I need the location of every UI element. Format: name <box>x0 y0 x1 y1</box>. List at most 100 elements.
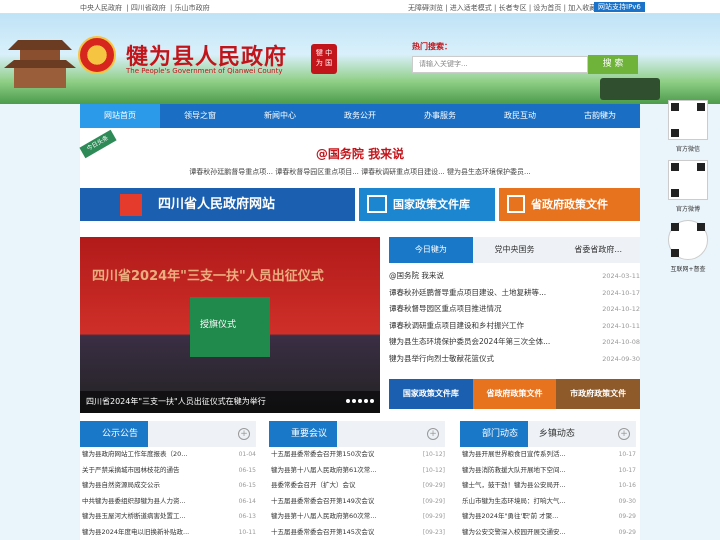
news-date: 2024-10-11 <box>602 321 640 330</box>
list-item[interactable]: 中共犍为县委组织部犍为县人力资... 06-14 <box>80 494 256 510</box>
column-title-2[interactable]: 乡镇动态 <box>531 421 583 447</box>
pagoda-image <box>4 40 76 88</box>
list-item-title: 犍为县开展世界粮食日宣传系列活... <box>462 450 566 458</box>
list-item-title: 犍为公安交警深入校园开展交通安... <box>462 527 566 536</box>
list-item[interactable]: 十五届县委常委会召开第150次会议 [10-12] <box>269 447 445 463</box>
top-bar: 中央人民政府 | 四川省政府 | 乐山市政府 无障碍浏览 | 进入适老模式 | … <box>0 0 720 14</box>
nav-news[interactable]: 新闻中心 <box>240 104 320 128</box>
list-item[interactable]: 犍为县2024年度电以旧换新补贴政... 10-11 <box>80 525 256 540</box>
top-link-central-gov[interactable]: 中央人民政府 <box>80 4 122 12</box>
column-header: 部门动态 乡镇动态 + <box>460 421 636 447</box>
news-title: 谭春秋督导园区重点项目推进情况 <box>389 304 502 313</box>
carousel-caption[interactable]: 四川省2024年"三支一扶"人员出征仪式在犍为举行 <box>80 391 380 413</box>
column-title[interactable]: 重要会议 <box>269 421 338 447</box>
list-item-title: 犍为县2024年度电以旧换新补贴政... <box>82 527 190 536</box>
sichuan-gov-banner[interactable]: 四川省人民政府网站 <box>80 188 355 221</box>
list-item[interactable]: 犍为县自然资源局成交公示 06-15 <box>80 478 256 494</box>
more-icon[interactable]: + <box>238 428 250 440</box>
books-icon <box>367 195 387 213</box>
list-item[interactable]: 犍为县第十八届人民政府第60次常... [09-29] <box>269 509 445 525</box>
news-title: @国务院 我来说 <box>389 271 444 280</box>
nav-leaders[interactable]: 领导之窗 <box>160 104 240 128</box>
headline-subline[interactable]: 谭春秋孙廷鹏督导重点项... 谭春秋督导园区重点项目... 谭春秋调研重点项目建… <box>80 167 640 177</box>
list-item-date: [09-29] <box>422 482 445 489</box>
qr-label: 互联网+督查 <box>670 266 706 273</box>
list-item-date: 06-15 <box>238 466 256 474</box>
list-item-title: 犍为县第十八届人民政府第60次常... <box>271 512 377 520</box>
list-item[interactable]: 十五届县委常委会召开第145次会议 [09-23] <box>269 525 445 540</box>
list-item[interactable]: 犍为公安交警深入校园开展交通安... 09-29 <box>460 525 636 540</box>
top-link-leshan-gov[interactable]: 乐山市政府 <box>175 4 210 12</box>
nav-interaction[interactable]: 政民互动 <box>480 104 560 128</box>
document-icon <box>507 195 525 213</box>
list-item[interactable]: 犍士气，鼓干劲！犍为县公安局开... 10-16 <box>460 478 636 494</box>
list-item[interactable]: 县委常委会召开（扩大）会议 [09-29] <box>269 478 445 494</box>
list-item-date: 09-29 <box>618 528 636 536</box>
list-item-title: 犍为县政府网站工作年度报表（20... <box>82 450 188 458</box>
notice-column: 公示公告 + 犍为县政府网站工作年度报表（20... 01-04 关于严禁采摘城市园… <box>80 421 256 540</box>
search-button[interactable]: 搜 索 <box>588 55 638 74</box>
provincial-policy-banner[interactable]: 省政府政策文件 <box>499 188 640 221</box>
carousel-dots[interactable] <box>344 396 374 405</box>
list-item-title: 关于严禁采摘城市园林枝花的通告 <box>82 465 180 474</box>
nav-culture[interactable]: 古韵犍为 <box>560 104 640 128</box>
list-item-date: 01-04 <box>238 451 256 458</box>
tab-central[interactable]: 党中央国务 <box>473 237 557 263</box>
list-item[interactable]: 犍为县2024年"勇往'职'前 才聚... 09-29 <box>460 509 636 525</box>
national-policy-button[interactable]: 国家政策文件库 <box>389 379 473 409</box>
news-item[interactable]: 谭春秋督导园区重点项目推进情况 2024-10-12 <box>389 301 640 318</box>
list-item-date: 10-16 <box>618 482 636 489</box>
tab-today[interactable]: 今日犍为 <box>389 237 473 263</box>
list-item[interactable]: 犍为县消防救援大队开展地下空间... 10-17 <box>460 463 636 479</box>
stage-text: 授旗仪式 <box>200 320 237 330</box>
tab-provincial[interactable]: 省委省政府... <box>556 237 640 263</box>
headline-title[interactable]: @国务院 我来说 <box>80 145 640 162</box>
carousel-overlay-text: 四川省2024年"三支一扶"人员出征仪式 <box>92 269 324 284</box>
list-item-title: 犍为县玉屋河大桥断道病害处置工... <box>82 512 186 520</box>
national-policy-banner[interactable]: 国家政策文件库 <box>359 188 495 221</box>
list-item-date: [09-23] <box>422 528 445 536</box>
list-item[interactable]: 犍为县第十八届人民政府第61次常... [10-12] <box>269 463 445 479</box>
wechat-qr-icon <box>668 100 708 140</box>
news-title: 谭春秋孙廷鹏督导重点项目建设、土地复耕等... <box>389 287 547 297</box>
hot-search-label: 热门搜索： <box>412 42 452 51</box>
top-right-links[interactable]: 无障碍浏览 | 进入适老模式 | 长者专区 | 设为首页 | 加入收藏 <box>408 3 596 13</box>
list-item[interactable]: 十五届县委常委会召开第149次会议 [09-29] <box>269 494 445 510</box>
news-item[interactable]: 犍为县举行向烈士敬献花篮仪式 2024-09-30 <box>389 351 640 368</box>
more-icon[interactable]: + <box>427 428 439 440</box>
news-item[interactable]: @国务院 我来说 2024-03-11 <box>389 268 640 285</box>
provincial-policy-button[interactable]: 省政府政策文件 <box>472 379 557 409</box>
column-title[interactable]: 部门动态 <box>460 421 529 447</box>
news-title: 谭春秋调研重点项目建设和乡村振兴工作 <box>389 320 524 330</box>
list-item[interactable]: 犍为县政府网站工作年度报表（20... 01-04 <box>80 447 256 463</box>
list-item-date: 06-15 <box>238 482 256 489</box>
news-date: 2024-10-12 <box>602 305 640 313</box>
list-item[interactable]: 关于严禁采摘城市园林枝花的通告 06-15 <box>80 463 256 479</box>
top-links: 中央人民政府 | 四川省政府 | 乐山市政府 <box>80 4 210 12</box>
nav-gov-affairs[interactable]: 政务公开 <box>320 104 400 128</box>
news-list: @国务院 我来说 2024-03-11 谭春秋孙廷鹏督导重点项目建设、土地复耕等..… <box>389 268 640 367</box>
qr-label: 官方微博 <box>675 206 700 213</box>
meetings-column: 重要会议 + 十五届县委常委会召开第150次会议 [10-12] 犍为县第十八届人民… <box>269 421 445 540</box>
nav-home[interactable]: 网站首页 <box>80 104 160 128</box>
news-item[interactable]: 犍为县生态环境保护委员会2024年第三次全体... 2024-10-08 <box>389 334 640 351</box>
supervision-qr-icon <box>668 220 708 260</box>
more-icon[interactable]: + <box>618 428 630 440</box>
news-item[interactable]: 谭春秋孙廷鹏督导重点项目建设、土地复耕等... 2024-10-17 <box>389 285 640 302</box>
column-title[interactable]: 公示公告 <box>80 421 149 447</box>
search-input[interactable]: 请输入关键字... <box>412 56 588 73</box>
city-policy-button[interactable]: 市政府政策文件 <box>556 379 641 409</box>
list-item-title: 县委常委会召开（扩大）会议 <box>271 481 356 489</box>
policy-buttons: 国家政策文件库 省政府政策文件 市政府政策文件 <box>389 379 641 409</box>
list-item[interactable]: 犍为县玉屋河大桥断道病害处置工... 06-13 <box>80 509 256 525</box>
news-item[interactable]: 谭春秋调研重点项目建设和乡村振兴工作 2024-10-11 <box>389 318 640 335</box>
ipv6-badge: 网站支持IPv6 <box>594 2 645 12</box>
nav-services[interactable]: 办事服务 <box>400 104 480 128</box>
list-item-date: [09-29] <box>422 513 445 520</box>
column-header: 重要会议 + <box>269 421 445 447</box>
top-link-sichuan-gov[interactable]: 四川省政府 <box>131 4 166 12</box>
news-carousel[interactable]: 四川省2024年"三支一扶"人员出征仪式 授旗仪式 四川省2024年"三支一扶"… <box>80 237 380 413</box>
list-item[interactable]: 犍为县开展世界粮食日宣传系列活... 10-17 <box>460 447 636 463</box>
list-item[interactable]: 乐山市犍为生态环境局：打响大气... 09-30 <box>460 494 636 510</box>
banner-label: 四川省人民政府网站 <box>158 197 276 212</box>
